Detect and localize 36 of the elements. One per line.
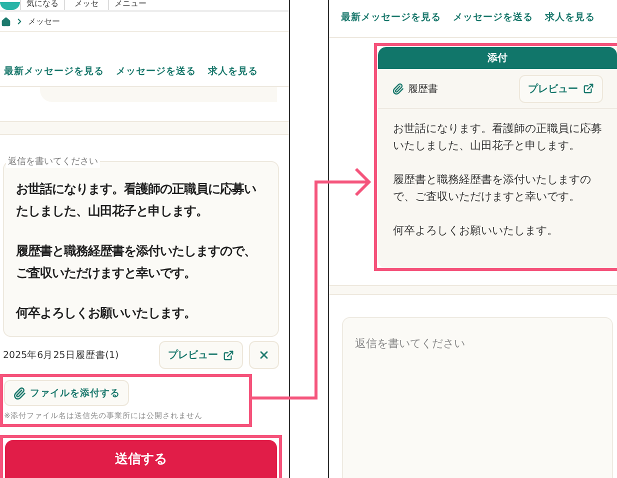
close-icon [258,349,270,361]
nav-link[interactable]: 求人を見る [545,11,595,37]
field-placeholder: 返信を書いてください [355,337,465,350]
external-link-icon [583,83,594,94]
attached-file-name[interactable]: 履歴書 [408,82,515,96]
header-nav-item[interactable]: 気になる [20,0,64,10]
card-title: 添付 [378,47,617,69]
close-button[interactable] [249,341,279,369]
reply-text: 履歴書と職務経歴書を添付いたしますので、ご査収いただけますと幸いです。 [16,242,257,282]
nav-link[interactable]: 最新メッセージを見る [341,11,441,37]
home-icon[interactable] [1,16,11,26]
paperclip-icon [392,82,404,94]
paperclip-icon [13,386,26,400]
external-link-icon [223,350,234,360]
breadcrumb-text: メッセー [28,16,60,27]
preview-button[interactable]: プレビュー [159,341,243,369]
send-button[interactable]: 送信する [5,440,277,478]
header-nav-item[interactable]: メニュー [108,0,152,10]
nav-link[interactable]: メッセージを送る [453,11,533,37]
attach-file-button[interactable]: ファイルを添付する [4,380,129,406]
attached-file-name: 2025年6月25日履歴書(1) [3,348,120,362]
preview-button[interactable]: プレビュー [519,74,603,102]
reply-field[interactable]: 返信を書いてください [342,317,613,478]
chevron-icon [15,17,24,26]
message-text: 何卒よろしくお願いいたします。 [392,223,559,239]
field-label: 返信を書いてください [6,155,100,168]
reply-text: 何卒よろしくお願いいたします。 [16,304,197,322]
reply-text: お世話になります。看護師の正職員に応募いたしました、山田花子と申します。 [16,180,258,220]
message-text: お世話になります。看護師の正職員に応募いたしました、山田花子と申します。 [392,121,603,154]
message-text: 履歴書と職務経歴書を添付いたしますので、ご査収いただけますと幸いです。 [392,172,592,205]
nav-link[interactable]: メッセージを送る [116,65,196,86]
nav-link[interactable]: 最新メッセージを見る [4,65,104,86]
nav-link[interactable]: 求人を見る [208,65,258,86]
reply-field[interactable]: 返信を書いてください お世話になります。看護師の正職員に応募いたしました、山田花子と申します。 履歴書と職務経歴書を添付いたしますので、ご査収いただけますと幸いです。 何卒よろしくお願いいたします。 [3,155,279,337]
header-nav-item[interactable]: メッセ [64,0,108,10]
logo-icon [0,2,20,10]
